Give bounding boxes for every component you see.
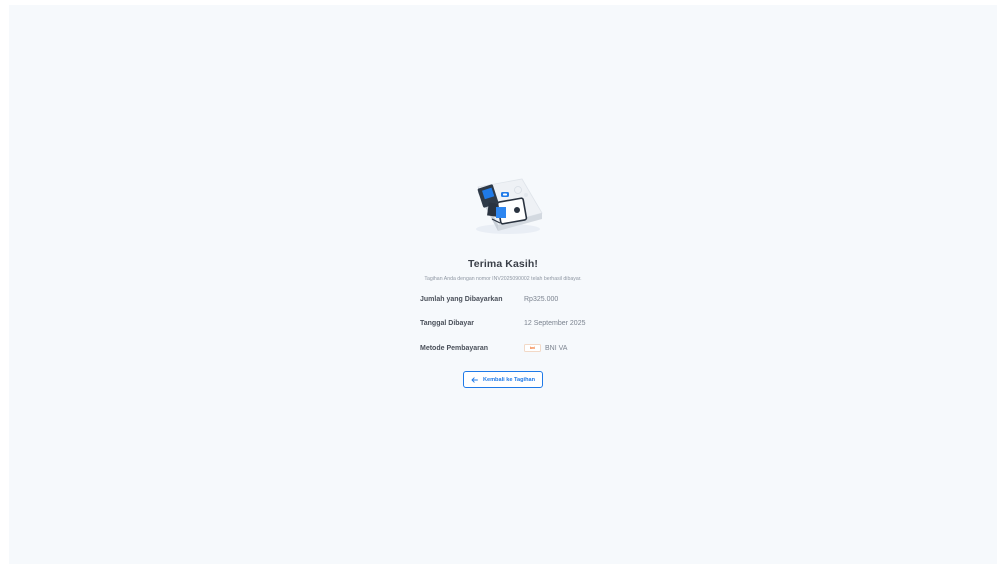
payment-success-illustration [466,173,546,237]
success-message: Tagihan Anda dengan nomor INV2025090002 … [424,276,582,282]
payment-date-value: 12 September 2025 [524,320,586,327]
arrow-left-icon [471,376,478,383]
back-button-label: Kembali ke Tagihan [482,376,536,383]
payment-method-value: bni BNI VA [524,344,604,352]
payment-method-label: Metode Pembayaran [420,344,489,352]
payment-date-label: Tanggal Dibayar [420,320,474,327]
payment-method-text: BNI VA [545,344,568,352]
page-viewport: Terima Kasih! Tagihan Anda dengan nomor … [9,5,997,564]
bni-logo-icon: bni [524,344,541,352]
payment-details: Jumlah yang Dibayarkan Rp325.000 Tanggal… [420,296,604,352]
payment-success-panel: Terima Kasih! Tagihan Anda dengan nomor … [9,173,997,388]
amount-paid-label: Jumlah yang Dibayarkan [420,296,503,303]
page-title: Terima Kasih! [468,258,538,270]
amount-paid-value: Rp325.000 [524,296,559,303]
back-to-bills-button[interactable]: Kembali ke Tagihan [462,371,544,388]
